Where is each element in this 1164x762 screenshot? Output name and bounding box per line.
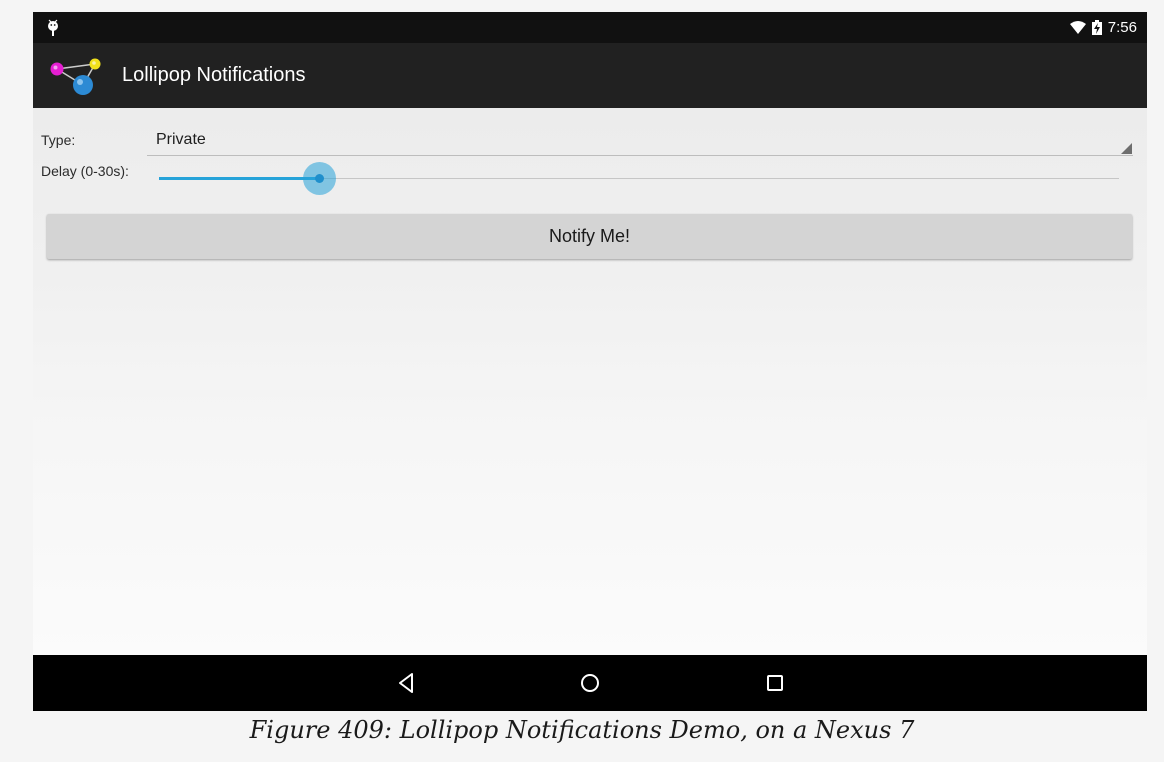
figure-caption: Figure 409: Lollipop Notifications Demo,… [249, 716, 915, 744]
slider-thumb[interactable] [315, 174, 324, 183]
delay-slider[interactable] [159, 162, 1119, 195]
type-spinner-value: Private [156, 131, 206, 148]
status-time: 7:56 [1107, 19, 1137, 36]
app-title: Lollipop Notifications [122, 64, 306, 86]
recents-icon[interactable] [763, 671, 787, 695]
wifi-icon [1069, 21, 1086, 34]
status-icons: 7:56 [1069, 12, 1137, 43]
dropdown-arrow-icon [1121, 143, 1132, 154]
delay-label: Delay (0-30s): [41, 163, 129, 179]
android-debug-icon [48, 19, 58, 36]
action-bar: Lollipop Notifications [33, 43, 1147, 108]
notify-me-button[interactable]: Notify Me! [47, 214, 1132, 259]
back-icon[interactable] [395, 671, 419, 695]
device-screen: 7:56 Lollipop Notifications Type: Privat… [33, 12, 1147, 711]
navigation-bar [33, 655, 1147, 711]
battery-charging-icon [1091, 20, 1102, 35]
status-bar: 7:56 [33, 12, 1147, 43]
main-content: Type: Private Delay (0-30s): Notify Me! [33, 108, 1147, 655]
type-spinner[interactable]: Private [147, 122, 1133, 156]
type-label: Type: [41, 132, 76, 148]
home-icon[interactable] [578, 671, 602, 695]
app-molecule-icon [50, 58, 101, 95]
slider-fill [159, 177, 319, 180]
